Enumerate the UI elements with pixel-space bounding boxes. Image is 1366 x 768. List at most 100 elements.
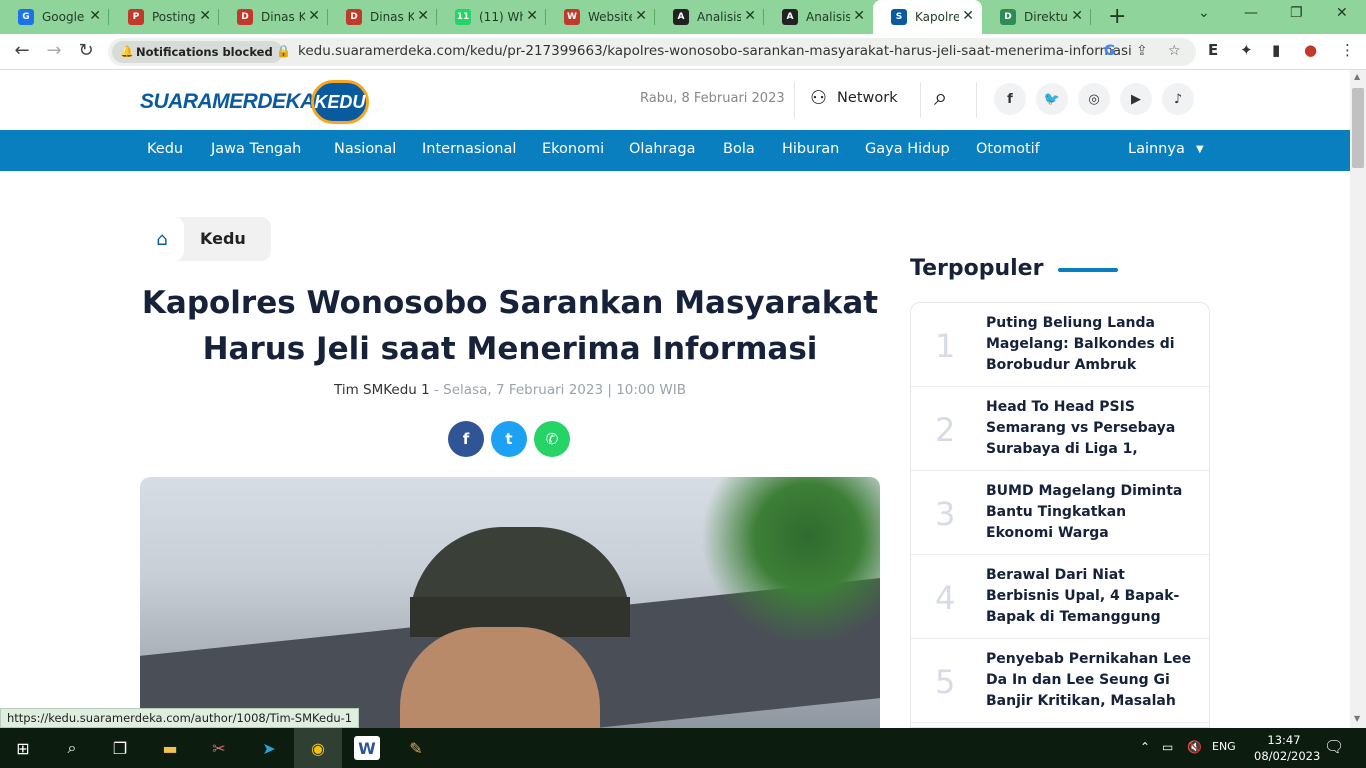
- browser-tab[interactable]: S Kapolres✕: [873, 0, 982, 34]
- popular-item-title[interactable]: Penyebab Pernikahan Lee Da In dan Lee Se…: [986, 649, 1198, 712]
- twitter-icon[interactable]: 🐦: [1036, 83, 1068, 115]
- menu-item-lainnya[interactable]: Lainnya: [1128, 141, 1185, 157]
- language-indicator[interactable]: ENG: [1212, 740, 1236, 753]
- scroll-up-icon[interactable]: ▲: [1354, 72, 1360, 81]
- browser-tab[interactable]: A Analisis ✕: [764, 0, 873, 34]
- popular-item[interactable]: 2 Head To Head PSIS Semarang vs Persebaya…: [911, 387, 1209, 471]
- reload-icon[interactable]: ↻: [74, 40, 98, 61]
- close-tab-icon[interactable]: ✕: [1071, 8, 1083, 24]
- scroll-thumb[interactable]: [1352, 88, 1364, 168]
- windows-start-icon[interactable]: ⊞: [10, 736, 36, 760]
- network-tray-icon[interactable]: ▭: [1162, 740, 1173, 754]
- task-view-icon[interactable]: ❐: [107, 736, 133, 760]
- share-twitter-button[interactable]: t: [491, 421, 527, 457]
- browser-tab[interactable]: G Google D✕: [0, 0, 109, 34]
- minimize-button[interactable]: —: [1244, 5, 1258, 21]
- share-whatsapp-button[interactable]: ✆: [534, 421, 570, 457]
- share-facebook-button[interactable]: f: [448, 421, 484, 457]
- menu-item-gaya-hidup[interactable]: Gaya Hidup: [865, 141, 950, 157]
- browser-tab[interactable]: 11 (11) Wha✕: [437, 0, 546, 34]
- back-icon[interactable]: ←: [10, 40, 34, 61]
- menu-item-internasional[interactable]: Internasional: [422, 141, 516, 157]
- popular-item[interactable]: 1 Puting Beliung Landa Magelang: Balkonde…: [911, 303, 1209, 387]
- author-link[interactable]: Tim SMKedu 1: [334, 382, 430, 398]
- search-icon[interactable]: ⌕: [59, 736, 85, 760]
- menu-item-kedu[interactable]: Kedu: [147, 141, 183, 157]
- scroll-down-icon[interactable]: ▼: [1354, 714, 1360, 723]
- extension-e-icon[interactable]: E: [1208, 41, 1218, 59]
- menu-item-nasional[interactable]: Nasional: [334, 141, 396, 157]
- browser-tab[interactable]: D Dinas Ko✕: [328, 0, 437, 34]
- chevron-down-icon[interactable]: ▼: [1196, 144, 1204, 155]
- menu-item-otomotif[interactable]: Otomotif: [976, 141, 1040, 157]
- youtube-icon[interactable]: ▶: [1120, 83, 1152, 115]
- system-clock[interactable]: 13:47 08/02/2023: [1254, 732, 1320, 764]
- menu-item-olahraga[interactable]: Olahraga: [629, 141, 695, 157]
- maximize-button[interactable]: ❐: [1290, 5, 1303, 21]
- facebook-icon[interactable]: f: [994, 83, 1026, 115]
- notification-center-icon[interactable]: 🗨: [1324, 737, 1344, 756]
- browser-tab[interactable]: D Dinas Ko✕: [219, 0, 328, 34]
- browser-tab[interactable]: A Analisis ✕: [655, 0, 764, 34]
- paint-icon[interactable]: ✎: [403, 736, 429, 760]
- popular-item[interactable]: 5 Penyebab Pernikahan Lee Da In dan Lee S…: [911, 639, 1209, 723]
- close-window-button[interactable]: ✕: [1336, 5, 1348, 21]
- url-text[interactable]: kedu.suaramerdeka.com/kedu/pr-217399663/…: [298, 43, 1132, 59]
- close-tab-icon[interactable]: ✕: [744, 8, 756, 24]
- breadcrumb-category[interactable]: Kedu: [200, 229, 246, 248]
- close-tab-icon[interactable]: ✕: [308, 8, 320, 24]
- tab-search-icon[interactable]: ⌄: [1198, 5, 1210, 21]
- home-icon[interactable]: ⌂: [140, 217, 184, 261]
- close-tab-icon[interactable]: ✕: [853, 8, 865, 24]
- address-bar[interactable]: 🔔 Notifications blocked 🔒 kedu.suaramerd…: [108, 38, 1196, 66]
- profile-avatar-icon[interactable]: ●: [1304, 41, 1317, 59]
- chrome-icon[interactable]: ◉: [305, 736, 331, 760]
- google-lens-icon[interactable]: G: [1104, 43, 1116, 59]
- menu-item-bola[interactable]: Bola: [723, 141, 755, 157]
- word-icon[interactable]: W: [354, 736, 380, 760]
- close-tab-icon[interactable]: ✕: [635, 8, 647, 24]
- popular-item[interactable]: 3 BUMD Magelang Diminta Bantu Tingkatkan …: [911, 471, 1209, 555]
- network-button[interactable]: ⚇ Network: [810, 87, 898, 109]
- header-divider: [794, 82, 795, 118]
- close-tab-icon[interactable]: ✕: [526, 8, 538, 24]
- notifications-blocked-chip[interactable]: 🔔 Notifications blocked: [112, 41, 283, 63]
- header-divider: [920, 82, 921, 118]
- menu-item-ekonomi[interactable]: Ekonomi: [542, 141, 604, 157]
- snipping-tool-icon[interactable]: ✂: [206, 736, 232, 760]
- browser-menu-icon[interactable]: ⋮: [1340, 41, 1355, 59]
- page-scrollbar[interactable]: ▲ ▼: [1350, 70, 1366, 728]
- tiktok-icon[interactable]: ♪: [1162, 83, 1194, 115]
- search-icon[interactable]: ⌕: [934, 83, 947, 111]
- article-byline: Tim SMKedu 1 - Selasa, 7 Februari 2023 |…: [140, 382, 880, 398]
- close-tab-icon[interactable]: ✕: [962, 8, 974, 24]
- leaf-icon: D: [1000, 9, 1016, 25]
- browser-tab[interactable]: P Posting ✕: [110, 0, 219, 34]
- share-page-icon[interactable]: ⇪: [1136, 43, 1148, 59]
- tray-chevron-up-icon[interactable]: ⌃: [1140, 740, 1150, 754]
- popular-item-title[interactable]: Head To Head PSIS Semarang vs Persebaya …: [986, 397, 1198, 460]
- popular-item-title[interactable]: Berawal Dari Niat Berbisnis Upal, 4 Bapa…: [986, 565, 1198, 628]
- popular-item-title[interactable]: Puting Beliung Landa Magelang: Balkondes…: [986, 313, 1198, 376]
- side-panel-icon[interactable]: ▮: [1272, 41, 1280, 59]
- new-tab-button[interactable]: +: [1108, 4, 1126, 29]
- instagram-icon[interactable]: ◎: [1078, 83, 1110, 115]
- forward-icon[interactable]: →: [42, 40, 66, 61]
- site-logo[interactable]: SUARAMERDEKA KEDU: [140, 80, 369, 124]
- lock-icon[interactable]: 🔒: [276, 44, 291, 58]
- close-tab-icon[interactable]: ✕: [89, 8, 101, 24]
- volume-muted-icon[interactable]: 🔇: [1187, 740, 1202, 754]
- file-explorer-icon[interactable]: ▬: [157, 736, 183, 760]
- bookmark-star-icon[interactable]: ☆: [1168, 43, 1181, 59]
- close-tab-icon[interactable]: ✕: [417, 8, 429, 24]
- browser-tab[interactable]: D Direktur ✕: [982, 0, 1091, 34]
- popular-item-title[interactable]: BUMD Magelang Diminta Bantu Tingkatkan E…: [986, 481, 1198, 544]
- menu-item-hiburan[interactable]: Hiburan: [782, 141, 839, 157]
- close-tab-icon[interactable]: ✕: [199, 8, 211, 24]
- menu-item-jawa-tengah[interactable]: Jawa Tengah: [211, 141, 301, 157]
- publish-date: - Selasa, 7 Februari 2023 | 10:00 WIB: [429, 382, 686, 398]
- telegram-icon[interactable]: ➤: [256, 736, 282, 760]
- extensions-puzzle-icon[interactable]: ✦: [1240, 41, 1253, 59]
- popular-item[interactable]: 4 Berawal Dari Niat Berbisnis Upal, 4 Bap…: [911, 555, 1209, 639]
- browser-tab[interactable]: W Website ✕: [546, 0, 655, 34]
